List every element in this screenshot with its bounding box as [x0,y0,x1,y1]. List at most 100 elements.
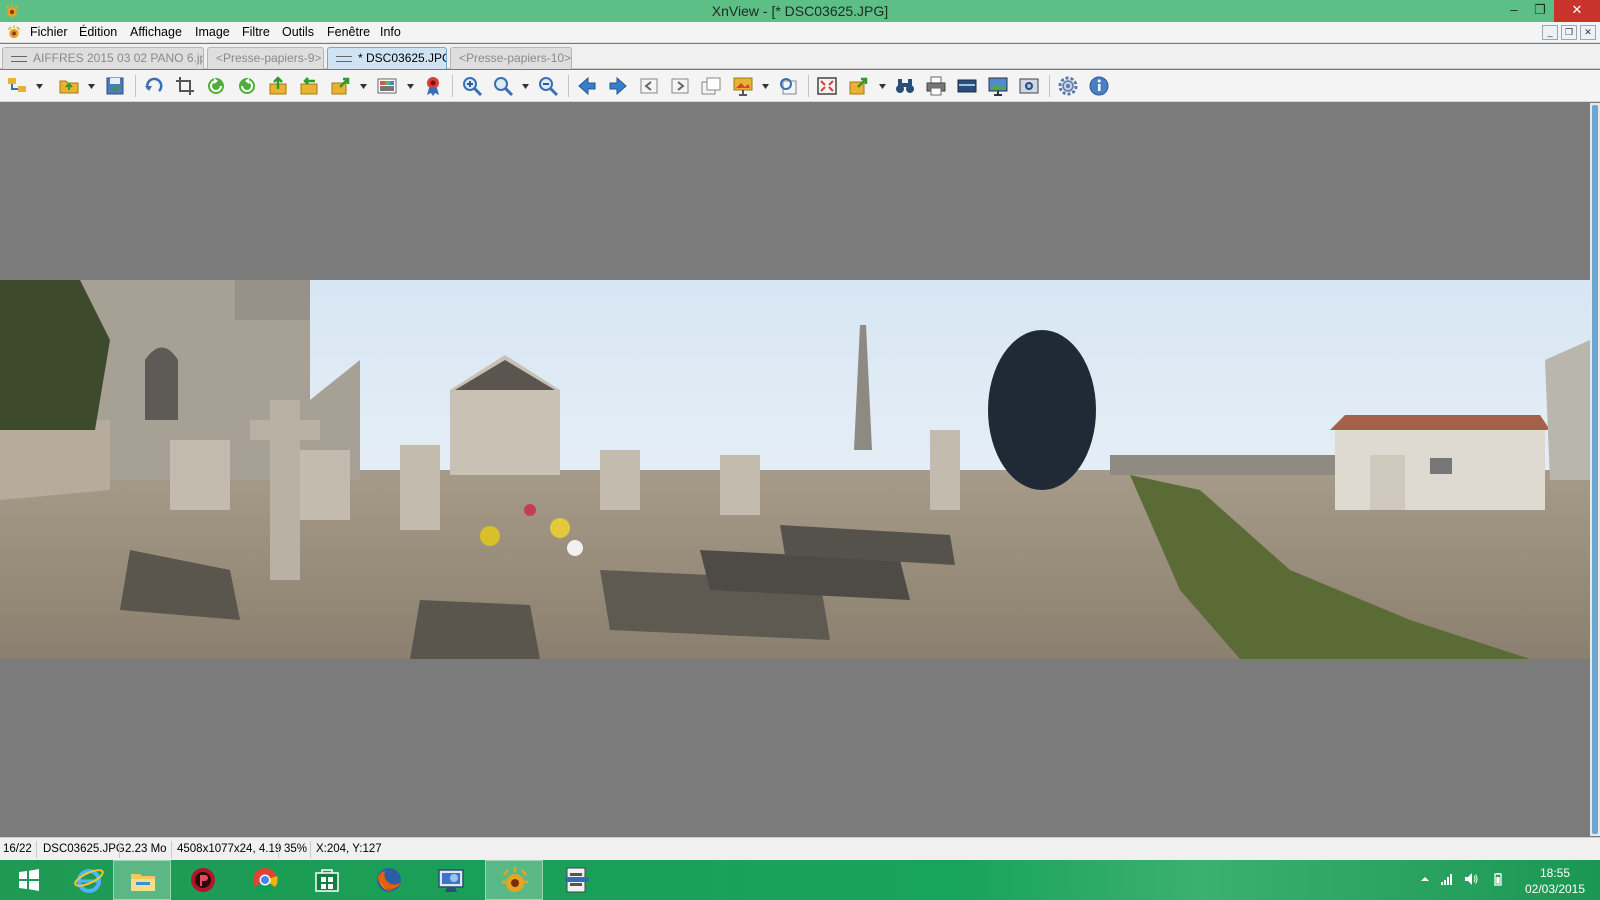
chevron-down-icon[interactable] [88,84,95,89]
mdi-restore-button[interactable]: ❐ [1561,25,1577,40]
system-clock[interactable]: 18:55 02/03/2015 [1518,865,1592,897]
toolbar-separator [452,75,453,97]
scanner-icon[interactable] [956,75,980,97]
browser-icon[interactable] [6,75,30,97]
status-separator [119,841,120,858]
print-icon[interactable] [925,75,949,97]
file-explorer-icon [131,874,155,891]
crop-icon[interactable] [174,75,198,97]
xnview-menu-icon[interactable] [6,25,22,40]
open-icon[interactable] [58,75,82,97]
fit-screen-icon[interactable] [816,75,840,97]
taskbar-xnview[interactable] [485,860,543,900]
binoculars-icon[interactable] [894,75,918,97]
taskbar-firefox[interactable] [360,860,418,900]
tab-presse-papiers-9[interactable]: <Presse-papiers-9> [207,47,324,69]
internet-explorer-icon [74,869,104,893]
tab-presse-papiers-10[interactable]: <Presse-papiers-10> [450,47,572,69]
batch-icon[interactable] [848,75,872,97]
tab-label: * DSC03625.JPG [358,51,447,65]
menu-edition[interactable]: Édition [79,25,117,39]
import-icon[interactable] [298,75,322,97]
chrome-icon [253,868,278,893]
convert-icon[interactable] [330,75,354,97]
settings-icon[interactable] [1057,75,1081,97]
chevron-down-icon[interactable] [407,84,414,89]
last-page-icon[interactable] [669,75,693,97]
menu-image[interactable]: Image [195,25,230,39]
close-button[interactable]: ✕ [1554,0,1600,22]
menu-info[interactable]: Info [380,25,401,39]
menu-fenetre[interactable]: Fenêtre [327,25,370,39]
adjust-colors-icon[interactable] [376,75,400,97]
set-wallpaper-icon[interactable] [987,75,1011,97]
control-panel-icon [438,869,464,892]
previous-icon[interactable] [576,75,600,97]
store-icon [315,869,339,892]
clock-date: 02/03/2015 [1524,882,1586,896]
first-page-icon[interactable] [638,75,662,97]
toolbar-separator [1049,75,1050,97]
windows-taskbar: 18:55 02/03/2015 [0,860,1600,900]
chevron-down-icon[interactable] [879,84,886,89]
slideshow-icon[interactable] [732,75,756,97]
next-icon[interactable] [607,75,631,97]
taskbar-file-explorer[interactable] [113,860,171,900]
taskbar-store[interactable] [298,860,356,900]
menu-affichage[interactable]: Affichage [130,25,182,39]
info-icon[interactable] [1088,75,1112,97]
start-icon [19,869,39,891]
volume-icon[interactable] [1464,872,1478,886]
status-separator [171,841,172,858]
tab-aiffres-pano[interactable]: AIFFRES 2015 03 02 PANO 6.jpg [2,47,204,69]
start-button[interactable] [0,860,58,900]
zoom-icon[interactable] [492,75,516,97]
save-icon[interactable] [104,75,128,97]
toolbar-separator [568,75,569,97]
chevron-down-icon[interactable] [762,84,769,89]
restore-button[interactable]: ❐ [1526,0,1554,22]
mdi-close-button[interactable]: ✕ [1580,25,1596,40]
tab-label: AIFFRES 2015 03 02 PANO 6.jpg [33,51,204,65]
zoom-in-icon[interactable] [461,75,485,97]
vertical-scrollbar[interactable] [1590,103,1600,836]
taskbar-pdf-reader[interactable] [174,860,232,900]
taskbar-chrome[interactable] [236,860,294,900]
rotate-right-icon[interactable] [236,75,260,97]
battery-icon[interactable] [1491,872,1505,886]
mdi-minimize-button[interactable]: _ [1542,25,1558,40]
menu-filtre[interactable]: Filtre [242,25,270,39]
capture-icon[interactable] [1018,75,1042,97]
taskbar-control-panel[interactable] [422,860,480,900]
copy-page-icon[interactable] [700,75,724,97]
tab-thumbnail-icon [336,55,352,62]
status-separator [278,841,279,858]
menu-fichier[interactable]: Fichier [30,25,68,39]
chevron-up-icon[interactable] [1418,872,1432,886]
chevron-down-icon[interactable] [522,84,529,89]
minimize-button[interactable]: – [1500,0,1528,22]
zoom-out-icon[interactable] [537,75,561,97]
undo-icon[interactable] [143,75,167,97]
archive-icon [565,867,589,893]
taskbar-internet-explorer[interactable] [60,860,118,900]
clock-time: 18:55 [1539,866,1571,880]
title-bar: XnView - [* DSC03625.JPG] – ❐ ✕ [0,0,1600,22]
network-icon[interactable] [1440,872,1454,886]
rotate-left-icon[interactable] [205,75,229,97]
firefox-icon [377,868,401,892]
export-icon[interactable] [267,75,291,97]
main-toolbar [0,70,1600,102]
chevron-down-icon[interactable] [36,84,43,89]
status-filesize: 2.23 Mo [125,843,167,855]
tab-dsc03625[interactable]: * DSC03625.JPG [327,47,447,69]
taskbar-archive-tool[interactable] [548,860,606,900]
chevron-down-icon[interactable] [360,84,367,89]
tab-label: <Presse-papiers-9> [216,51,322,65]
scrollbar-thumb[interactable] [1592,105,1598,834]
rotate-view-icon[interactable] [777,75,801,97]
xnview-icon [502,867,528,892]
red-eye-icon[interactable] [422,75,446,97]
status-separator [310,841,311,858]
menu-outils[interactable]: Outils [282,25,314,39]
